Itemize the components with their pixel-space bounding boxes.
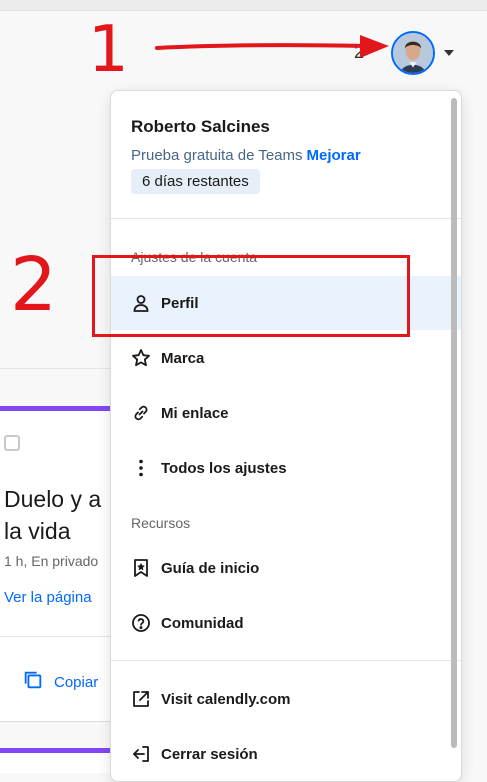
account-dropdown-menu: Roberto Salcines Prueba gratuita de Team… (110, 90, 462, 782)
menu-item-all-settings[interactable]: Todos los ajustes (111, 441, 461, 495)
divider (0, 368, 120, 369)
user-name: Roberto Salcines (131, 117, 270, 136)
menu-item-getting-started[interactable]: Guía de inicio (111, 541, 461, 595)
divider (111, 660, 461, 661)
link-icon (131, 403, 151, 423)
top-bar (0, 0, 487, 11)
avatar-photo-icon (393, 33, 433, 73)
section-resources: Recursos (131, 515, 191, 531)
menu-item-label: Visit calendly.com (161, 690, 291, 708)
user-avatar[interactable] (391, 31, 435, 75)
view-page-link[interactable]: Ver la página (4, 589, 92, 606)
divider (0, 636, 120, 637)
select-checkbox[interactable] (4, 435, 20, 451)
days-left-badge: 6 días restantes (131, 169, 260, 194)
annotation-step-2: 2 (10, 242, 58, 328)
menu-item-community[interactable]: Comunidad (111, 596, 461, 650)
chevron-down-icon[interactable] (444, 50, 454, 56)
menu-item-visit-site[interactable]: Visit calendly.com (111, 672, 461, 726)
star-icon (131, 348, 151, 368)
divider (111, 218, 461, 219)
event-title[interactable]: Duelo y a la vida (4, 483, 101, 547)
copy-link-button[interactable]: Copiar (22, 669, 98, 695)
more-vertical-icon (131, 458, 151, 478)
menu-item-logout[interactable]: Cerrar sesión (111, 727, 461, 781)
menu-item-brand[interactable]: Marca (111, 331, 461, 385)
menu-scrollbar[interactable] (451, 98, 457, 748)
menu-item-label: Mi enlace (161, 404, 229, 422)
menu-item-label: Guía de inicio (161, 559, 260, 577)
copy-label: Copiar (54, 673, 99, 691)
menu-item-my-link[interactable]: Mi enlace (111, 386, 461, 440)
trial-info: Prueba gratuita de Teams Mejorar (131, 147, 361, 164)
menu-item-label: Cerrar sesión (161, 745, 258, 763)
menu-item-label: Comunidad (161, 614, 244, 632)
event-card (0, 748, 120, 773)
annotation-arrow-icon (155, 35, 389, 58)
upgrade-link[interactable]: Mejorar (307, 147, 361, 164)
copy-icon (22, 669, 44, 695)
trial-text: Prueba gratuita de Teams (131, 147, 303, 164)
menu-item-label: Marca (161, 349, 205, 367)
logout-icon (131, 744, 151, 764)
external-link-icon (131, 689, 151, 709)
event-card: Duelo y a la vida 1 h, En privado Ver la… (0, 406, 120, 722)
help-circle-icon (131, 613, 151, 633)
menu-item-label: Todos los ajustes (161, 459, 287, 477)
event-meta: 1 h, En privado (4, 553, 99, 569)
bookmark-star-icon (131, 558, 151, 578)
annotation-highlight-box (92, 255, 410, 337)
annotation-step-1: 1 (88, 13, 129, 87)
